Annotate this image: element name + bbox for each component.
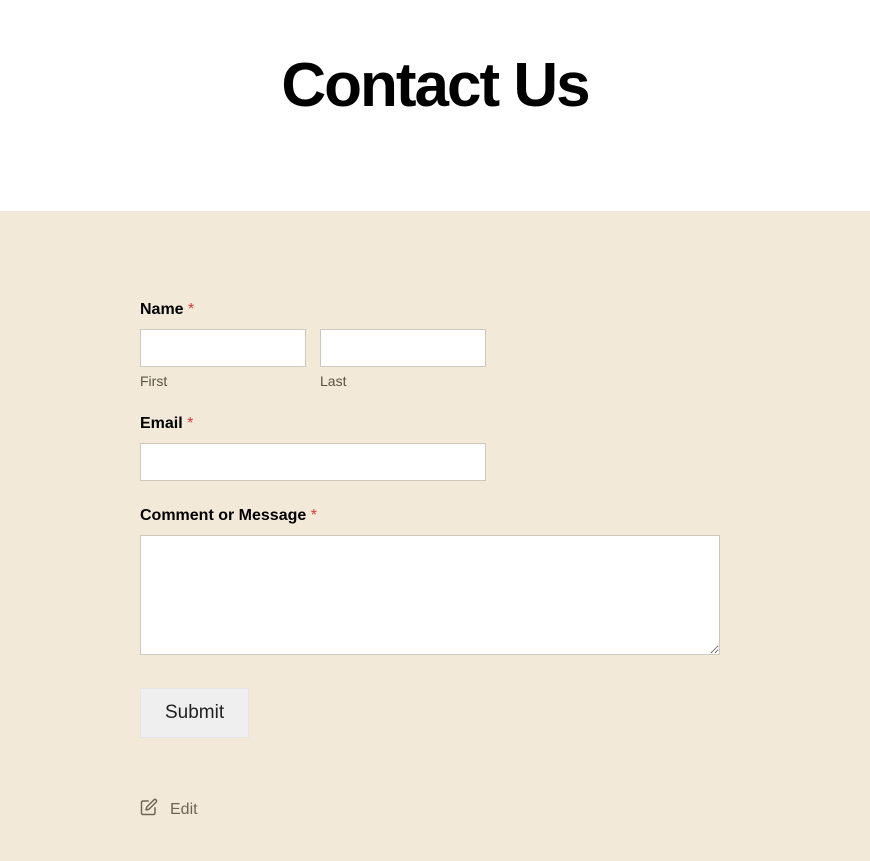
email-field-group: Email *	[140, 415, 730, 481]
message-label-text: Comment or Message	[140, 507, 306, 524]
required-mark: *	[187, 415, 193, 432]
email-input[interactable]	[140, 443, 486, 481]
name-label-text: Name	[140, 301, 184, 318]
last-name-col: Last	[320, 329, 486, 389]
first-name-input[interactable]	[140, 329, 306, 367]
edit-icon	[140, 798, 158, 821]
required-mark: *	[311, 507, 317, 524]
last-name-input[interactable]	[320, 329, 486, 367]
last-name-sublabel: Last	[320, 373, 486, 389]
name-label: Name *	[140, 301, 730, 319]
edit-label: Edit	[170, 801, 198, 819]
form-section: Name * First Last Email * Comment or Mes…	[0, 211, 870, 861]
name-row: First Last	[140, 329, 730, 389]
first-name-sublabel: First	[140, 373, 306, 389]
header-section: Contact Us	[0, 0, 870, 211]
message-field-group: Comment or Message *	[140, 507, 730, 660]
first-name-col: First	[140, 329, 306, 389]
message-label: Comment or Message *	[140, 507, 730, 525]
email-label: Email *	[140, 415, 730, 433]
email-label-text: Email	[140, 415, 183, 432]
page-title: Contact Us	[0, 50, 870, 121]
required-mark: *	[188, 301, 194, 318]
name-field-group: Name * First Last	[140, 301, 730, 389]
message-textarea[interactable]	[140, 535, 720, 655]
edit-link[interactable]: Edit	[140, 798, 730, 821]
submit-button[interactable]: Submit	[140, 688, 249, 738]
